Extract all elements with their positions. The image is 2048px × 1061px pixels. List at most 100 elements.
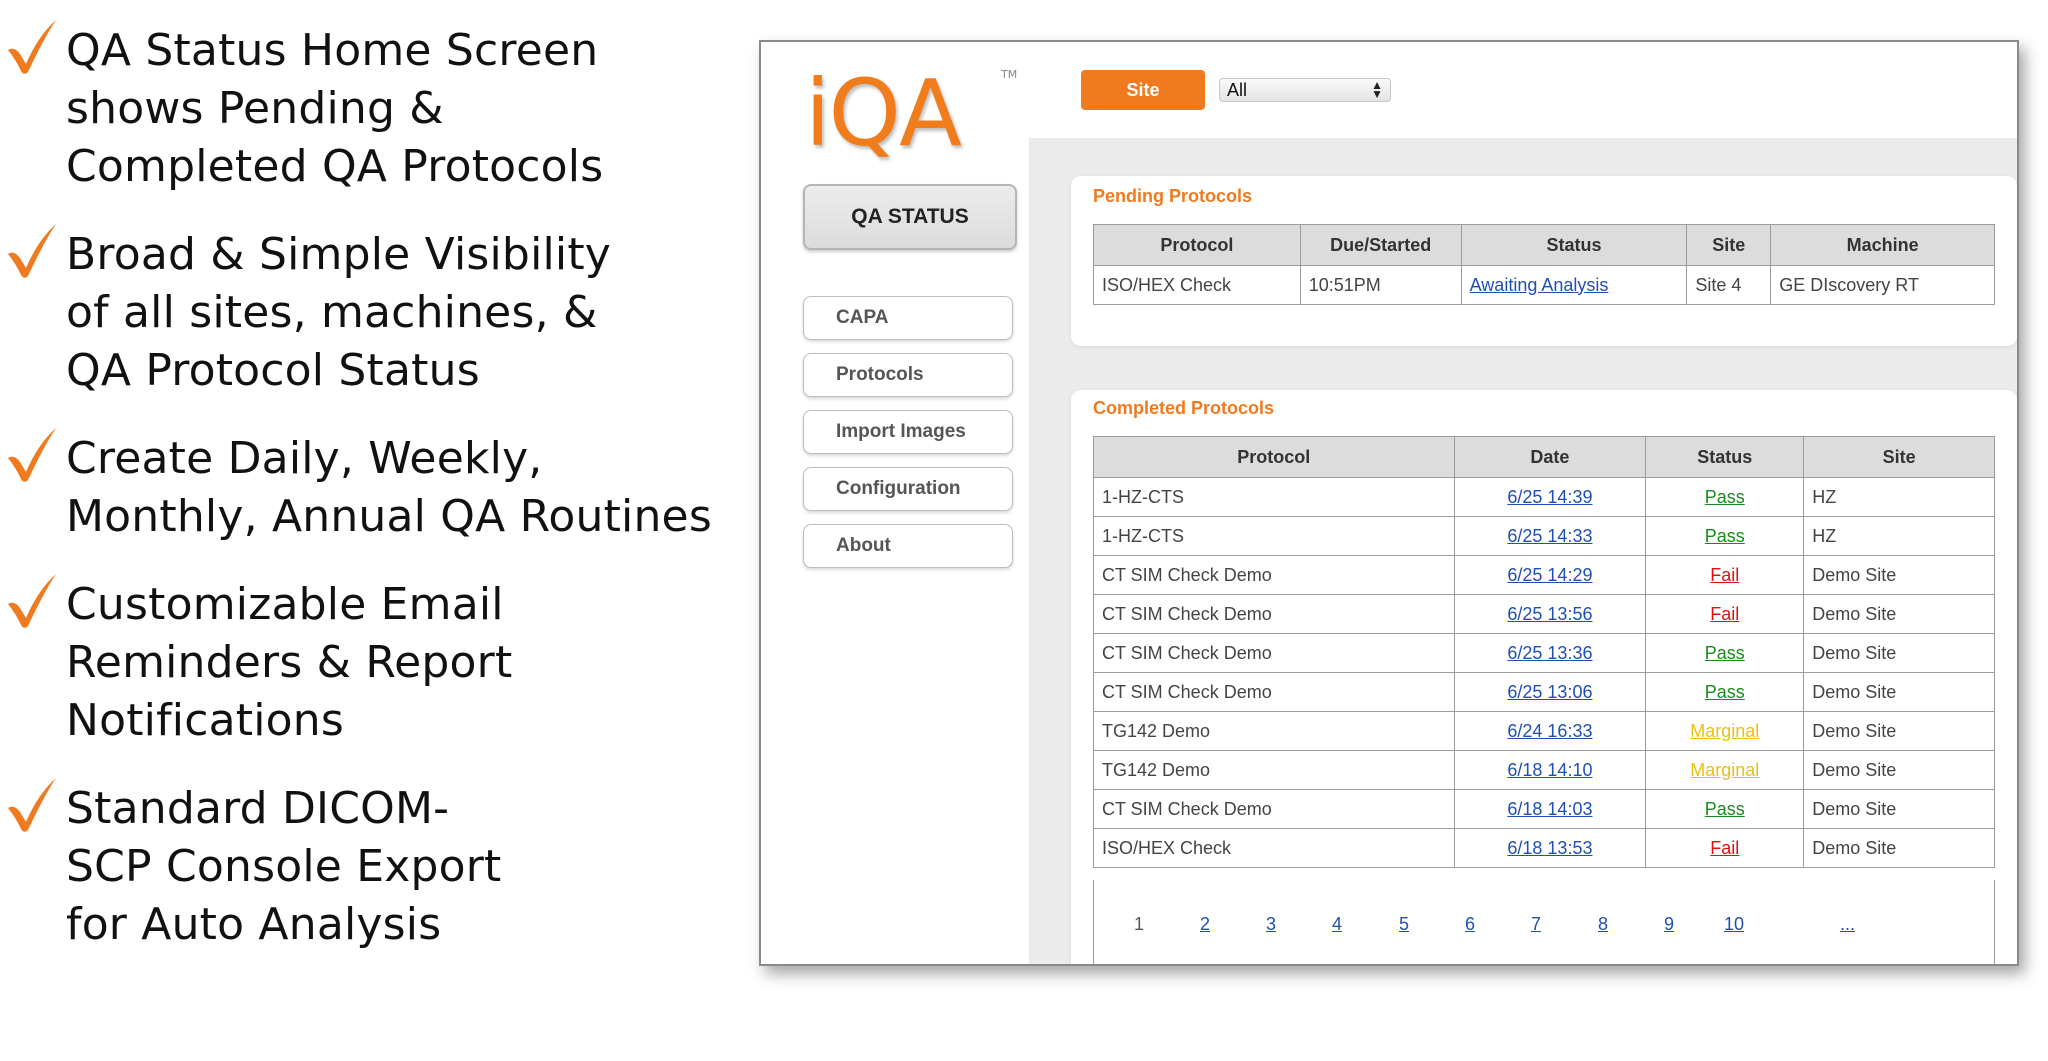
page-4-link[interactable]: 4 xyxy=(1332,914,1342,935)
site-cell: Demo Site xyxy=(1803,555,1995,595)
machine-cell: GE DIscovery RT xyxy=(1770,265,1995,305)
status-cell: Pass xyxy=(1645,789,1805,829)
status-cell: Fail xyxy=(1645,594,1805,634)
more-pages-link[interactable]: ... xyxy=(1840,914,1855,935)
date-cell: 6/25 13:56 xyxy=(1453,594,1647,634)
status-link[interactable]: Pass xyxy=(1705,643,1745,663)
page-8-link[interactable]: 8 xyxy=(1598,914,1608,935)
feature-line: for Auto Analysis xyxy=(66,899,442,950)
table-row: CT SIM Check Demo 6/25 14:29 Fail Demo S… xyxy=(1093,555,1995,595)
checkmark-icon xyxy=(8,20,56,74)
qa-status-button[interactable]: QA STATUS xyxy=(803,184,1017,250)
status-link[interactable]: Marginal xyxy=(1690,760,1759,780)
date-link[interactable]: 6/25 13:06 xyxy=(1507,682,1592,702)
table-row: CT SIM Check Demo 6/25 13:06 Pass Demo S… xyxy=(1093,672,1995,712)
table-row: 1-HZ-CTS 6/25 14:33 Pass HZ xyxy=(1093,516,1995,556)
date-link[interactable]: 6/25 13:36 xyxy=(1507,643,1592,663)
date-cell: 6/18 13:53 xyxy=(1453,828,1647,868)
page-9-link[interactable]: 9 xyxy=(1664,914,1674,935)
feature-line: Reminders & Report xyxy=(66,637,513,688)
site-button[interactable]: Site xyxy=(1081,70,1205,110)
status-link[interactable]: Fail xyxy=(1710,604,1739,624)
nav-capa-button[interactable]: CAPA xyxy=(803,296,1013,340)
main-content: Site All ▲ ▼ Pending Protocols Protocol D… xyxy=(1029,42,2017,964)
nav-configuration-button[interactable]: Configuration xyxy=(803,467,1013,511)
date-link[interactable]: 6/18 13:53 xyxy=(1507,838,1592,858)
date-cell: 6/25 14:39 xyxy=(1453,477,1647,517)
protocol-cell: CT SIM Check Demo xyxy=(1093,594,1455,634)
nav-import-images-button[interactable]: Import Images xyxy=(803,410,1013,454)
protocol-cell: ISO/HEX Check xyxy=(1093,265,1301,305)
feature-line: SCP Console Export xyxy=(66,841,502,892)
status-cell: Marginal xyxy=(1645,711,1805,751)
nav-about-button[interactable]: About xyxy=(803,524,1013,568)
checkmark-icon xyxy=(8,778,56,832)
site-cell: HZ xyxy=(1803,516,1995,556)
logo-trademark: TM xyxy=(1001,68,1018,81)
date-link[interactable]: 6/18 14:10 xyxy=(1507,760,1592,780)
status-cell: Pass xyxy=(1645,672,1805,712)
protocol-cell: CT SIM Check Demo xyxy=(1093,672,1455,712)
table-row: 1-HZ-CTS 6/25 14:39 Pass HZ xyxy=(1093,477,1995,517)
site-cell: Demo Site xyxy=(1803,594,1995,634)
feature-item: Broad & Simple Visibility of all sites, … xyxy=(0,224,700,400)
feature-line: Customizable Email xyxy=(66,579,504,630)
page-6-link[interactable]: 6 xyxy=(1465,914,1475,935)
site-cell: Demo Site xyxy=(1803,672,1995,712)
date-link[interactable]: 6/25 14:29 xyxy=(1507,565,1592,585)
status-link[interactable]: Marginal xyxy=(1690,721,1759,741)
feature-list: QA Status Home Screen shows Pending & Co… xyxy=(0,20,712,984)
site-select[interactable]: All ▲ ▼ xyxy=(1219,78,1391,102)
status-link[interactable]: Fail xyxy=(1710,565,1739,585)
date-link[interactable]: 6/18 14:03 xyxy=(1507,799,1592,819)
column-header: Machine xyxy=(1770,224,1995,266)
date-link[interactable]: 6/25 14:39 xyxy=(1507,487,1592,507)
status-cell: Pass xyxy=(1645,633,1805,673)
site-cell: Site 4 xyxy=(1686,265,1772,305)
completed-table: Protocol Date Status Site 1-HZ-CTS 6/25 … xyxy=(1093,436,1995,868)
site-cell: Demo Site xyxy=(1803,711,1995,751)
page-7-link[interactable]: 7 xyxy=(1531,914,1541,935)
completed-protocols-panel: Completed Protocols Protocol Date Status… xyxy=(1071,390,2017,964)
page-3-link[interactable]: 3 xyxy=(1266,914,1276,935)
protocol-cell: 1-HZ-CTS xyxy=(1093,477,1455,517)
feature-item: Standard DICOM- SCP Console Export for A… xyxy=(0,778,700,954)
status-cell: Pass xyxy=(1645,477,1805,517)
nav-protocols-button[interactable]: Protocols xyxy=(803,353,1013,397)
logo-text: iQA xyxy=(805,60,962,167)
status-link[interactable]: Pass xyxy=(1705,799,1745,819)
completed-header-row: Protocol Date Status Site xyxy=(1093,436,1995,478)
due-cell: 10:51PM xyxy=(1299,265,1462,305)
column-header: Protocol xyxy=(1093,436,1455,478)
status-link[interactable]: Pass xyxy=(1705,526,1745,546)
page-5-link[interactable]: 5 xyxy=(1399,914,1409,935)
feature-line: Monthly, Annual QA Routines xyxy=(66,491,712,542)
feature-line: Notifications xyxy=(66,695,344,746)
status-link[interactable]: Pass xyxy=(1705,682,1745,702)
protocol-cell: ISO/HEX Check xyxy=(1093,828,1455,868)
page-10-link[interactable]: 10 xyxy=(1724,914,1744,935)
status-link[interactable]: Pass xyxy=(1705,487,1745,507)
protocol-cell: CT SIM Check Demo xyxy=(1093,789,1455,829)
protocol-cell: TG142 Demo xyxy=(1093,711,1455,751)
completed-title: Completed Protocols xyxy=(1093,398,1275,418)
table-row: TG142 Demo 6/18 14:10 Marginal Demo Site xyxy=(1093,750,1995,790)
date-link[interactable]: 6/25 14:33 xyxy=(1507,526,1592,546)
site-cell: HZ xyxy=(1803,477,1995,517)
feature-line: Create Daily, Weekly, xyxy=(66,433,543,484)
feature-item: Create Daily, Weekly, Monthly, Annual QA… xyxy=(0,428,712,546)
date-link[interactable]: 6/24 16:33 xyxy=(1507,721,1592,741)
feature-line: QA Status Home Screen xyxy=(66,25,599,76)
site-select-value: All xyxy=(1227,79,1248,100)
status-cell: Marginal xyxy=(1645,750,1805,790)
page-2-link[interactable]: 2 xyxy=(1200,914,1210,935)
iqa-logo: iQA TM xyxy=(805,60,1018,182)
date-cell: 6/24 16:33 xyxy=(1453,711,1647,751)
status-link[interactable]: Awaiting Analysis xyxy=(1470,275,1609,295)
date-link[interactable]: 6/25 13:56 xyxy=(1507,604,1592,624)
column-header: Status xyxy=(1645,436,1805,478)
feature-item: QA Status Home Screen shows Pending & Co… xyxy=(0,20,700,196)
pending-protocols-panel: Pending Protocols Protocol Due/Started S… xyxy=(1071,176,2017,346)
status-link[interactable]: Fail xyxy=(1710,838,1739,858)
checkmark-icon xyxy=(8,574,56,628)
